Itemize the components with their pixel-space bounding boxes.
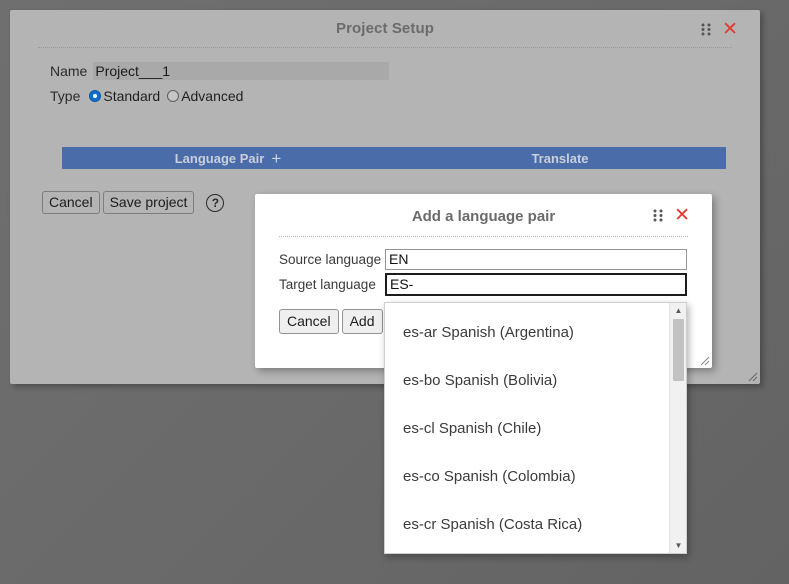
translate-column-header[interactable]: Translate bbox=[394, 151, 726, 166]
list-item[interactable]: es-co Spanish (Colombia) bbox=[385, 452, 669, 500]
radio-advanced-label: Advanced bbox=[181, 88, 244, 104]
scrollbar-thumb[interactable] bbox=[673, 319, 684, 381]
project-window-buttons: Cancel Save project ? bbox=[42, 191, 225, 214]
close-icon[interactable]: ✕ bbox=[674, 206, 690, 225]
dropdown-scrollbar[interactable]: ▲ ▼ bbox=[669, 303, 686, 553]
save-project-button[interactable]: Save project bbox=[102, 191, 195, 214]
radio-advanced-dot[interactable] bbox=[167, 90, 180, 102]
list-item[interactable]: es-cr Spanish (Costa Rica) bbox=[385, 500, 669, 548]
close-icon[interactable]: ✕ bbox=[722, 20, 738, 39]
titlebar-divider bbox=[38, 47, 732, 48]
radio-standard-label: Standard bbox=[103, 88, 161, 104]
drag-grip-icon[interactable] bbox=[701, 23, 712, 36]
source-language-input[interactable] bbox=[385, 248, 687, 270]
target-language-label: Target language bbox=[279, 276, 376, 292]
target-language-input[interactable] bbox=[385, 272, 687, 296]
help-icon[interactable]: ? bbox=[206, 193, 225, 212]
language-pair-form: Source language Target language bbox=[279, 248, 687, 296]
radio-advanced[interactable]: Advanced bbox=[167, 88, 243, 104]
modal-add-button[interactable]: Add bbox=[341, 309, 383, 334]
page-title: Project Setup bbox=[336, 20, 434, 37]
modal-resize-handle[interactable] bbox=[696, 352, 710, 366]
project-window-titlebar[interactable]: Project Setup ✕ bbox=[10, 10, 760, 48]
window-resize-handle[interactable] bbox=[744, 368, 758, 382]
name-label: Name bbox=[50, 63, 88, 79]
dropdown-option-list: es-ar Spanish (Argentina) es-bo Spanish … bbox=[385, 303, 669, 553]
project-name-input[interactable] bbox=[93, 62, 390, 80]
language-pair-column-header[interactable]: Language Pair + bbox=[62, 150, 394, 167]
modal-buttons: Cancel Add bbox=[279, 309, 383, 334]
modal-titlebar-divider bbox=[279, 236, 688, 237]
language-pair-label: Language Pair bbox=[174, 150, 265, 166]
modal-titlebar[interactable]: Add a language pair ✕ bbox=[255, 194, 712, 237]
scroll-down-arrow-icon[interactable]: ▼ bbox=[670, 538, 686, 553]
list-item[interactable]: es-cl Spanish (Chile) bbox=[385, 404, 669, 452]
modal-window-controls: ✕ bbox=[653, 206, 690, 225]
cancel-button[interactable]: Cancel bbox=[42, 191, 100, 214]
project-form: Name Type Standard Advanced bbox=[50, 60, 390, 107]
radio-standard-dot[interactable] bbox=[89, 90, 102, 102]
type-row: Type Standard Advanced bbox=[50, 85, 389, 107]
source-language-label: Source language bbox=[279, 251, 382, 267]
modal-cancel-button[interactable]: Cancel bbox=[279, 309, 339, 334]
target-language-dropdown[interactable]: es-ar Spanish (Argentina) es-bo Spanish … bbox=[384, 302, 687, 554]
source-language-row: Source language bbox=[279, 248, 687, 270]
drag-grip-icon[interactable] bbox=[653, 209, 664, 222]
name-row: Name bbox=[50, 60, 390, 82]
type-radio-group: Standard Advanced bbox=[89, 88, 243, 104]
list-item[interactable]: es-bo Spanish (Bolivia) bbox=[385, 356, 669, 404]
project-window-controls: ✕ bbox=[701, 20, 738, 39]
type-label: Type bbox=[50, 88, 81, 104]
target-language-row: Target language bbox=[279, 272, 687, 296]
list-item[interactable]: es-ar Spanish (Argentina) bbox=[385, 308, 669, 356]
radio-standard[interactable]: Standard bbox=[89, 88, 160, 104]
add-language-pair-icon[interactable]: + bbox=[271, 150, 281, 167]
scroll-up-arrow-icon[interactable]: ▲ bbox=[670, 303, 686, 318]
language-pair-header-bar[interactable]: Language Pair + Translate bbox=[62, 147, 726, 169]
modal-title: Add a language pair bbox=[411, 208, 556, 225]
